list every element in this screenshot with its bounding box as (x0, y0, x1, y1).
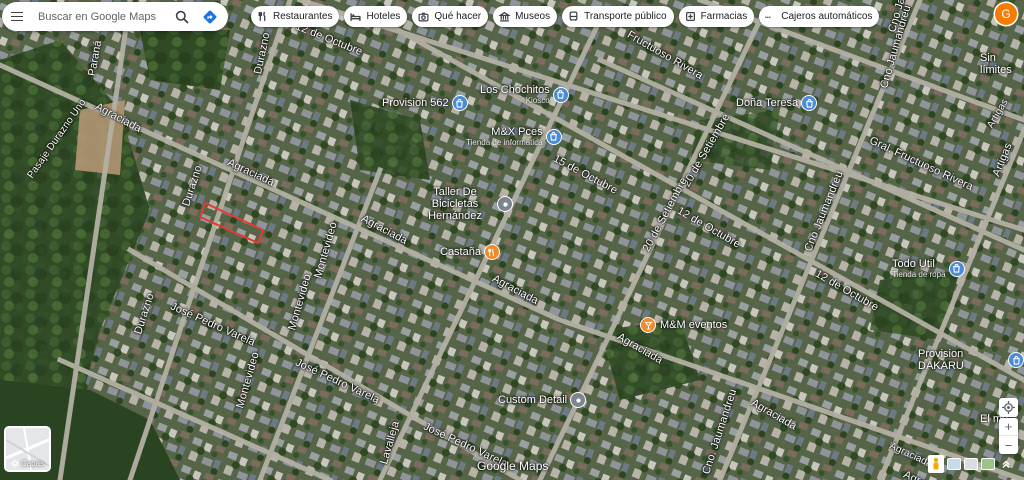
poi-los-chochitos[interactable]: Los Chochitos Kiosco (480, 84, 569, 105)
poi-label: Provision 562 (382, 97, 449, 109)
chip-hoteles[interactable]: Hoteles (344, 6, 408, 27)
shopping-bag-icon (948, 260, 965, 277)
pegman-icon (933, 457, 939, 470)
poi-category: Tienda de ropa (892, 270, 946, 279)
chip-label: Hoteles (366, 11, 401, 22)
expand-button[interactable] (998, 455, 1014, 473)
poi-label: Sin límites (980, 52, 1012, 76)
chip-label: Transporte público (584, 11, 667, 22)
poi-label: M&X Pces (491, 126, 543, 138)
bed-icon (349, 10, 362, 23)
chip-que-hacer[interactable]: Qué hacer (412, 6, 489, 27)
street-view-pegman[interactable] (928, 455, 944, 473)
poi-taller-bicicletas[interactable]: Taller De Bicicletas Hernández (416, 186, 513, 222)
layers-label: Capas (6, 459, 49, 468)
chip-cajeros-automaticos[interactable]: ••• Cajeros automáticos (759, 6, 880, 27)
chip-label: Qué hacer (434, 11, 482, 22)
poi-label: Castaña (440, 246, 481, 258)
service-icon (570, 392, 587, 408)
chip-label: Farmacias (700, 11, 748, 22)
satellite-map[interactable]: Paraná Durazno 12 de Octubre Agraciada P… (0, 0, 1024, 480)
search-input[interactable] (38, 10, 168, 23)
chip-label: Museos (515, 11, 551, 22)
chip-transporte-publico[interactable]: Transporte público (562, 6, 674, 27)
poi-todo-util[interactable]: Todo Util Tienda de ropa (892, 258, 965, 279)
bottom-map-tools (928, 455, 1014, 473)
fork-knife-icon (256, 10, 269, 23)
poi-label: Los Chochitos (480, 84, 550, 96)
zoom-out-button[interactable]: − (999, 436, 1018, 454)
chip-label: Cajeros automáticos (781, 11, 873, 22)
my-location-button[interactable] (999, 398, 1018, 417)
svg-text:•••: ••• (765, 15, 771, 21)
shopping-bag-icon (1008, 352, 1024, 368)
terrain-layer-thumb[interactable] (947, 458, 961, 470)
drink-icon (640, 317, 656, 333)
poi-label: Custom Detail (498, 394, 568, 406)
camera-icon (417, 10, 430, 23)
layers-text: Capas (20, 459, 45, 468)
shopping-bag-icon (801, 95, 818, 111)
search-box (2, 2, 228, 31)
restaurant-icon (483, 244, 500, 260)
museum-icon (498, 10, 511, 23)
hamburger-icon (11, 15, 23, 18)
menu-button[interactable] (2, 2, 32, 31)
chip-label: Restaurantes (273, 11, 333, 22)
bus-icon (567, 10, 580, 23)
traffic-layer-thumb[interactable] (964, 458, 978, 470)
service-icon (497, 196, 513, 212)
poi-custom-detail[interactable]: Custom Detail (498, 392, 587, 408)
poi-provision-562[interactable]: Provision 562 (382, 95, 468, 111)
chip-farmacias[interactable]: Farmacias (678, 6, 755, 27)
shopping-bag-icon (545, 128, 562, 145)
directions-button[interactable] (196, 3, 224, 31)
location-target-icon (1002, 401, 1015, 414)
zoom-in-button[interactable]: + (999, 418, 1018, 436)
poi-dona-teresa[interactable]: Doña Teresa (736, 95, 818, 111)
directions-icon (203, 10, 217, 23)
category-chips: Restaurantes Hoteles Qué hacer Museos Tr… (251, 6, 880, 27)
google-maps-logo: Google Maps (477, 459, 549, 473)
layers-icon (10, 459, 19, 467)
zoom-control: + − (999, 418, 1018, 454)
chip-restaurantes[interactable]: Restaurantes (251, 6, 340, 27)
poi-label: M&M eventos (660, 319, 728, 331)
poi-label: Provision DAKARU (918, 348, 964, 372)
poi-castana[interactable]: Castaña (440, 244, 500, 260)
poi-label: Taller De Bicicletas Hernández (428, 186, 482, 222)
chip-museos[interactable]: Museos (493, 6, 558, 27)
shopping-bag-icon (451, 95, 468, 111)
transit-layer-thumb[interactable] (981, 458, 995, 470)
poi-mm-eventos[interactable]: M&M eventos (640, 317, 727, 333)
atm-icon: ••• (764, 10, 777, 23)
shopping-bag-icon (552, 86, 569, 103)
layers-button[interactable]: Capas (4, 426, 51, 472)
poi-sin-limites[interactable]: Sin límites (980, 52, 1024, 76)
pharmacy-icon (684, 10, 697, 23)
poi-category: Kiosco (525, 96, 550, 105)
poi-label: Todo Util (892, 258, 935, 270)
account-avatar[interactable]: G (995, 3, 1017, 25)
poi-mx-pces[interactable]: M&X Pces Tienda de informática (466, 126, 562, 147)
search-button[interactable] (168, 3, 196, 31)
poi-provision-dakaru[interactable]: Provision DAKARU (918, 348, 1024, 372)
chevron-up-icon (1002, 460, 1010, 468)
poi-category: Tienda de informática (466, 138, 543, 147)
poi-label: Doña Teresa (736, 97, 799, 109)
search-icon (175, 10, 189, 24)
satellite-imagery (0, 0, 1024, 480)
